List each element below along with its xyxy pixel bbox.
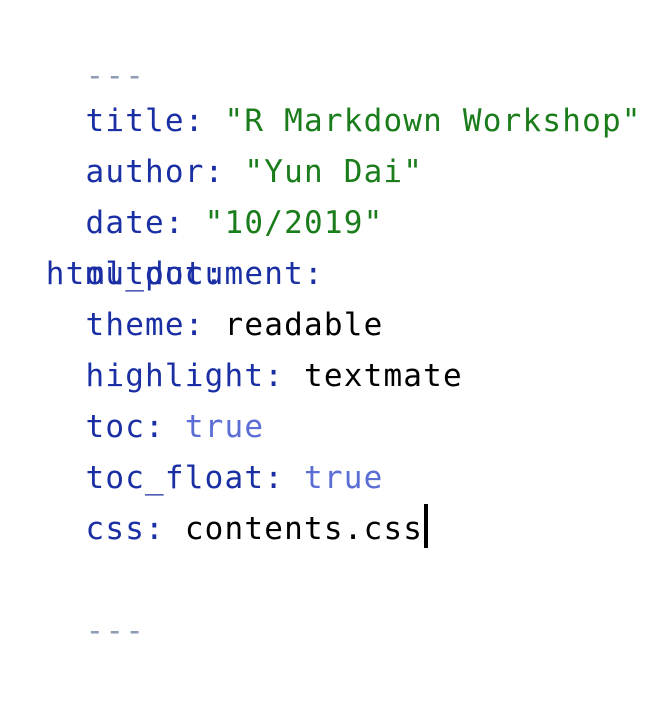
yaml-key: html_document: [45, 256, 324, 292]
yaml-value: readable [224, 307, 384, 343]
yaml-key: toc_float: [85, 460, 285, 496]
code-line: --- [6, 555, 145, 649]
text-cursor [424, 504, 429, 548]
code-line: css: contents.css [6, 504, 429, 555]
code-line: highlight: textmate [6, 351, 463, 402]
yaml-key: toc: [85, 409, 165, 445]
code-line: author: "Yun Dai" [6, 96, 423, 190]
code-line: title: "R Markdown Workshop" [6, 45, 642, 139]
yaml-value: contents.css [184, 511, 424, 547]
yaml-string-value: "10/2019" [204, 205, 384, 241]
yaml-delimiter: --- [85, 613, 146, 649]
code-line: html_document: [6, 249, 324, 300]
code-line: date: "10/2019" [6, 147, 383, 241]
code-line: output: [6, 198, 225, 292]
yaml-value: textmate [303, 358, 463, 394]
yaml-key: highlight: [85, 358, 285, 394]
code-line: theme: readable [6, 300, 383, 351]
code-line: --- [6, 0, 145, 94]
yaml-boolean-value: true [184, 409, 265, 445]
code-line: toc_float: true [6, 453, 383, 504]
code-editor[interactable]: --- title: "R Markdown Workshop" author:… [6, 0, 642, 649]
yaml-key: theme: [85, 307, 205, 343]
code-line: toc: true [6, 402, 264, 453]
yaml-boolean-value: true [303, 460, 384, 496]
yaml-key: css: [85, 511, 165, 547]
